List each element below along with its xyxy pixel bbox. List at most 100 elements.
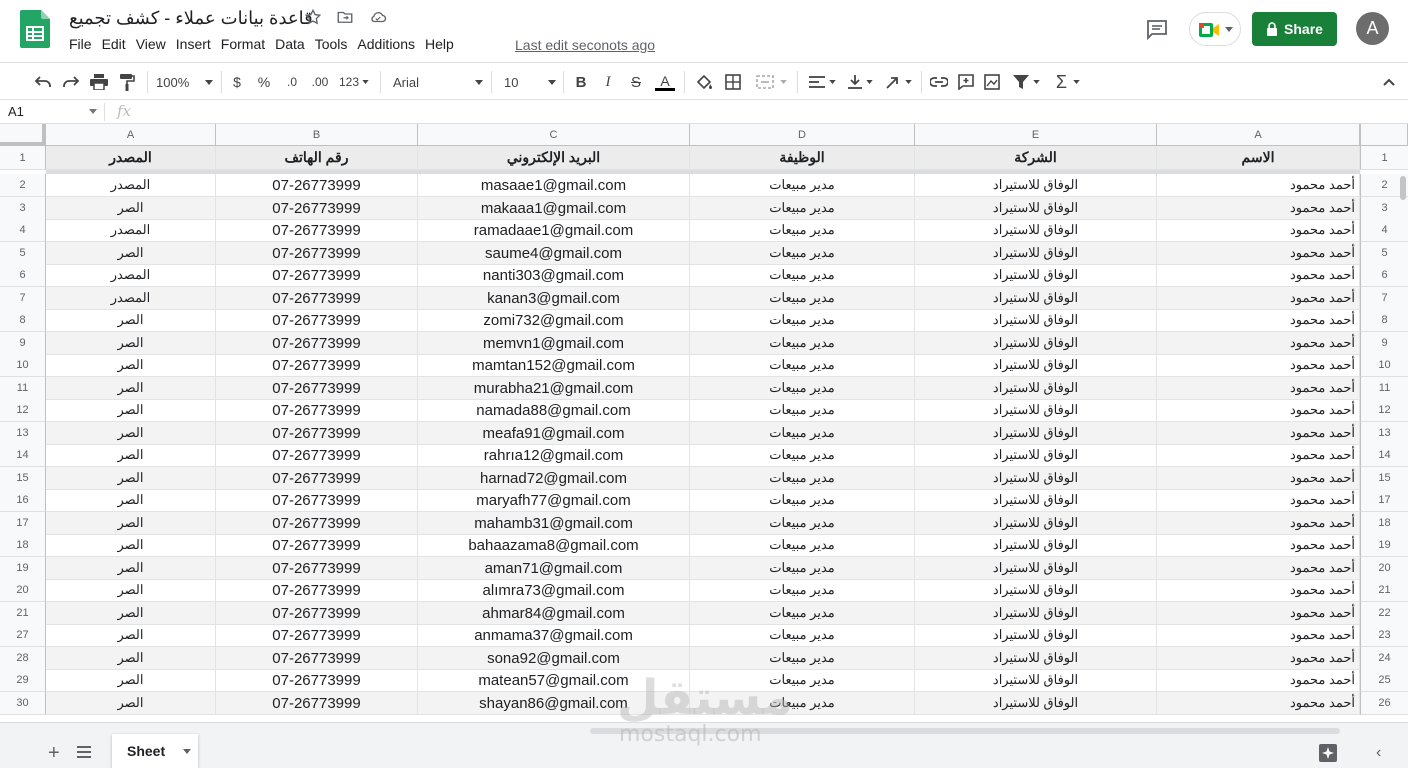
cell-company[interactable]: الوفاق للاستيراد bbox=[915, 287, 1157, 310]
last-edit-link[interactable]: Last edit seconots ago bbox=[515, 37, 655, 53]
cell-email[interactable]: zomi732@gmail.com bbox=[418, 309, 690, 332]
cell-source[interactable]: الصر bbox=[46, 692, 216, 715]
cell-company[interactable]: الوفاق للاستيراد bbox=[915, 197, 1157, 220]
row-header[interactable]: 18 bbox=[0, 534, 46, 557]
cell-email[interactable]: namada88@gmail.com bbox=[418, 399, 690, 422]
strikethrough-button[interactable]: S bbox=[627, 71, 645, 93]
cell-name[interactable]: أحمد محمود bbox=[1157, 332, 1360, 355]
cell-source[interactable]: الصر bbox=[46, 399, 216, 422]
cell-email[interactable]: mamtan152@gmail.com bbox=[418, 354, 690, 377]
cell-job[interactable]: مدير مبيعات bbox=[690, 512, 915, 535]
cell-email[interactable]: aman71@gmail.com bbox=[418, 557, 690, 580]
cell-email[interactable]: alımra73@gmail.com bbox=[418, 579, 690, 602]
cell-email[interactable]: sona92@gmail.com bbox=[418, 647, 690, 670]
add-sheet-icon[interactable]: + bbox=[48, 742, 60, 765]
cell-name[interactable]: أحمد محمود bbox=[1157, 647, 1360, 670]
menu-insert[interactable]: Insert bbox=[176, 36, 218, 52]
cell-source[interactable]: الصر bbox=[46, 309, 216, 332]
cell-phone[interactable]: 07-26773999 bbox=[216, 422, 418, 445]
cell-phone[interactable]: 07-26773999 bbox=[216, 557, 418, 580]
text-color-button[interactable]: A bbox=[654, 71, 676, 93]
row-header[interactable]: 8 bbox=[0, 309, 46, 332]
row-header-right[interactable]: 25 bbox=[1360, 669, 1408, 692]
cell-source[interactable]: الصر bbox=[46, 602, 216, 625]
cell-job[interactable]: مدير مبيعات bbox=[690, 647, 915, 670]
cell-company[interactable]: الوفاق للاستيراد bbox=[915, 579, 1157, 602]
chevron-down-icon[interactable] bbox=[89, 109, 97, 114]
vertical-scrollbar[interactable] bbox=[1400, 176, 1406, 200]
cell-phone[interactable]: 07-26773999 bbox=[216, 174, 418, 197]
cell-name[interactable]: أحمد محمود bbox=[1157, 579, 1360, 602]
cell-phone[interactable]: 07-26773999 bbox=[216, 512, 418, 535]
cell-job[interactable]: مدير مبيعات bbox=[690, 624, 915, 647]
cell-job[interactable]: مدير مبيعات bbox=[690, 377, 915, 400]
row-header[interactable]: 14 bbox=[0, 444, 46, 467]
cell-email[interactable]: mahamb31@gmail.com bbox=[418, 512, 690, 535]
row-header-right[interactable]: 1 bbox=[1360, 146, 1408, 170]
header-cell-job[interactable]: الوظيفة bbox=[690, 146, 915, 170]
borders-icon[interactable] bbox=[723, 71, 743, 93]
sheets-logo-icon[interactable] bbox=[20, 10, 50, 48]
column-header[interactable]: E bbox=[915, 124, 1157, 146]
font-select[interactable]: Arial bbox=[393, 71, 483, 93]
cell-phone[interactable]: 07-26773999 bbox=[216, 669, 418, 692]
row-header-right[interactable]: 15 bbox=[1360, 467, 1408, 490]
italic-button[interactable]: I bbox=[599, 71, 617, 93]
cell-company[interactable]: الوفاق للاستيراد bbox=[915, 602, 1157, 625]
cell-name[interactable]: أحمد محمود bbox=[1157, 354, 1360, 377]
menu-format[interactable]: Format bbox=[221, 36, 272, 52]
insert-chart-icon[interactable] bbox=[982, 71, 1002, 93]
document-title[interactable]: قاعدة بيانات عملاء - كشف تجميع bbox=[69, 8, 313, 29]
fill-color-icon[interactable] bbox=[694, 71, 714, 93]
font-size-select[interactable]: 10 bbox=[504, 71, 556, 93]
row-header[interactable]: 21 bbox=[0, 602, 46, 625]
row-header[interactable]: 13 bbox=[0, 422, 46, 445]
functions-icon[interactable]: Σ bbox=[1052, 71, 1084, 93]
cell-name[interactable]: أحمد محمود bbox=[1157, 557, 1360, 580]
cell-company[interactable]: الوفاق للاستيراد bbox=[915, 174, 1157, 197]
meet-button[interactable] bbox=[1189, 12, 1241, 46]
row-header-right[interactable]: 24 bbox=[1360, 647, 1408, 670]
row-header-right[interactable]: 7 bbox=[1360, 287, 1408, 310]
cell-job[interactable]: مدير مبيعات bbox=[690, 444, 915, 467]
cell-email[interactable]: matean57@gmail.com bbox=[418, 669, 690, 692]
cell-job[interactable]: مدير مبيعات bbox=[690, 219, 915, 242]
decrease-decimal-button[interactable]: .0 bbox=[281, 71, 303, 93]
undo-icon[interactable] bbox=[32, 71, 54, 93]
row-header[interactable]: 15 bbox=[0, 467, 46, 490]
cell-email[interactable]: nanti303@gmail.com bbox=[418, 264, 690, 287]
cell-company[interactable]: الوفاق للاستيراد bbox=[915, 692, 1157, 715]
cell-job[interactable]: مدير مبيعات bbox=[690, 264, 915, 287]
zoom-select[interactable]: 100% bbox=[156, 71, 216, 93]
print-icon[interactable] bbox=[88, 71, 110, 93]
cell-name[interactable]: أحمد محمود bbox=[1157, 242, 1360, 265]
row-header-right[interactable]: 6 bbox=[1360, 264, 1408, 287]
increase-decimal-button[interactable]: .00 bbox=[308, 71, 332, 93]
cell-company[interactable]: الوفاق للاستيراد bbox=[915, 242, 1157, 265]
header-cell-name[interactable]: الاسم bbox=[1157, 146, 1360, 170]
cell-company[interactable]: الوفاق للاستيراد bbox=[915, 669, 1157, 692]
row-header-right[interactable]: 26 bbox=[1360, 692, 1408, 715]
cell-email[interactable]: ramadaae1@gmail.com bbox=[418, 219, 690, 242]
spreadsheet-grid[interactable]: A B C D E A 1 المصدر رقم الهاتف البريد الإلكتروني… bbox=[0, 124, 1408, 722]
comment-history-icon[interactable] bbox=[1145, 17, 1169, 41]
cell-phone[interactable]: 07-26773999 bbox=[216, 242, 418, 265]
cell-source[interactable]: الصر bbox=[46, 444, 216, 467]
cell-email[interactable]: masaae1@gmail.com bbox=[418, 174, 690, 197]
bold-button[interactable]: B bbox=[572, 71, 590, 93]
cell-job[interactable]: مدير مبيعات bbox=[690, 467, 915, 490]
cell-source[interactable]: الصر bbox=[46, 512, 216, 535]
cell-job[interactable]: مدير مبيعات bbox=[690, 692, 915, 715]
sheet-tab[interactable]: Sheet bbox=[112, 734, 198, 768]
cell-source[interactable]: المصدر bbox=[46, 219, 216, 242]
cell-company[interactable]: الوفاق للاستيراد bbox=[915, 309, 1157, 332]
cell-email[interactable]: meafa91@gmail.com bbox=[418, 422, 690, 445]
cell-phone[interactable]: 07-26773999 bbox=[216, 602, 418, 625]
cell-phone[interactable]: 07-26773999 bbox=[216, 692, 418, 715]
header-cell-company[interactable]: الشركة bbox=[915, 146, 1157, 170]
cell-job[interactable]: مدير مبيعات bbox=[690, 354, 915, 377]
cell-company[interactable]: الوفاق للاستيراد bbox=[915, 332, 1157, 355]
cell-phone[interactable]: 07-26773999 bbox=[216, 467, 418, 490]
column-header[interactable]: C bbox=[418, 124, 690, 146]
insert-link-icon[interactable] bbox=[929, 71, 949, 93]
